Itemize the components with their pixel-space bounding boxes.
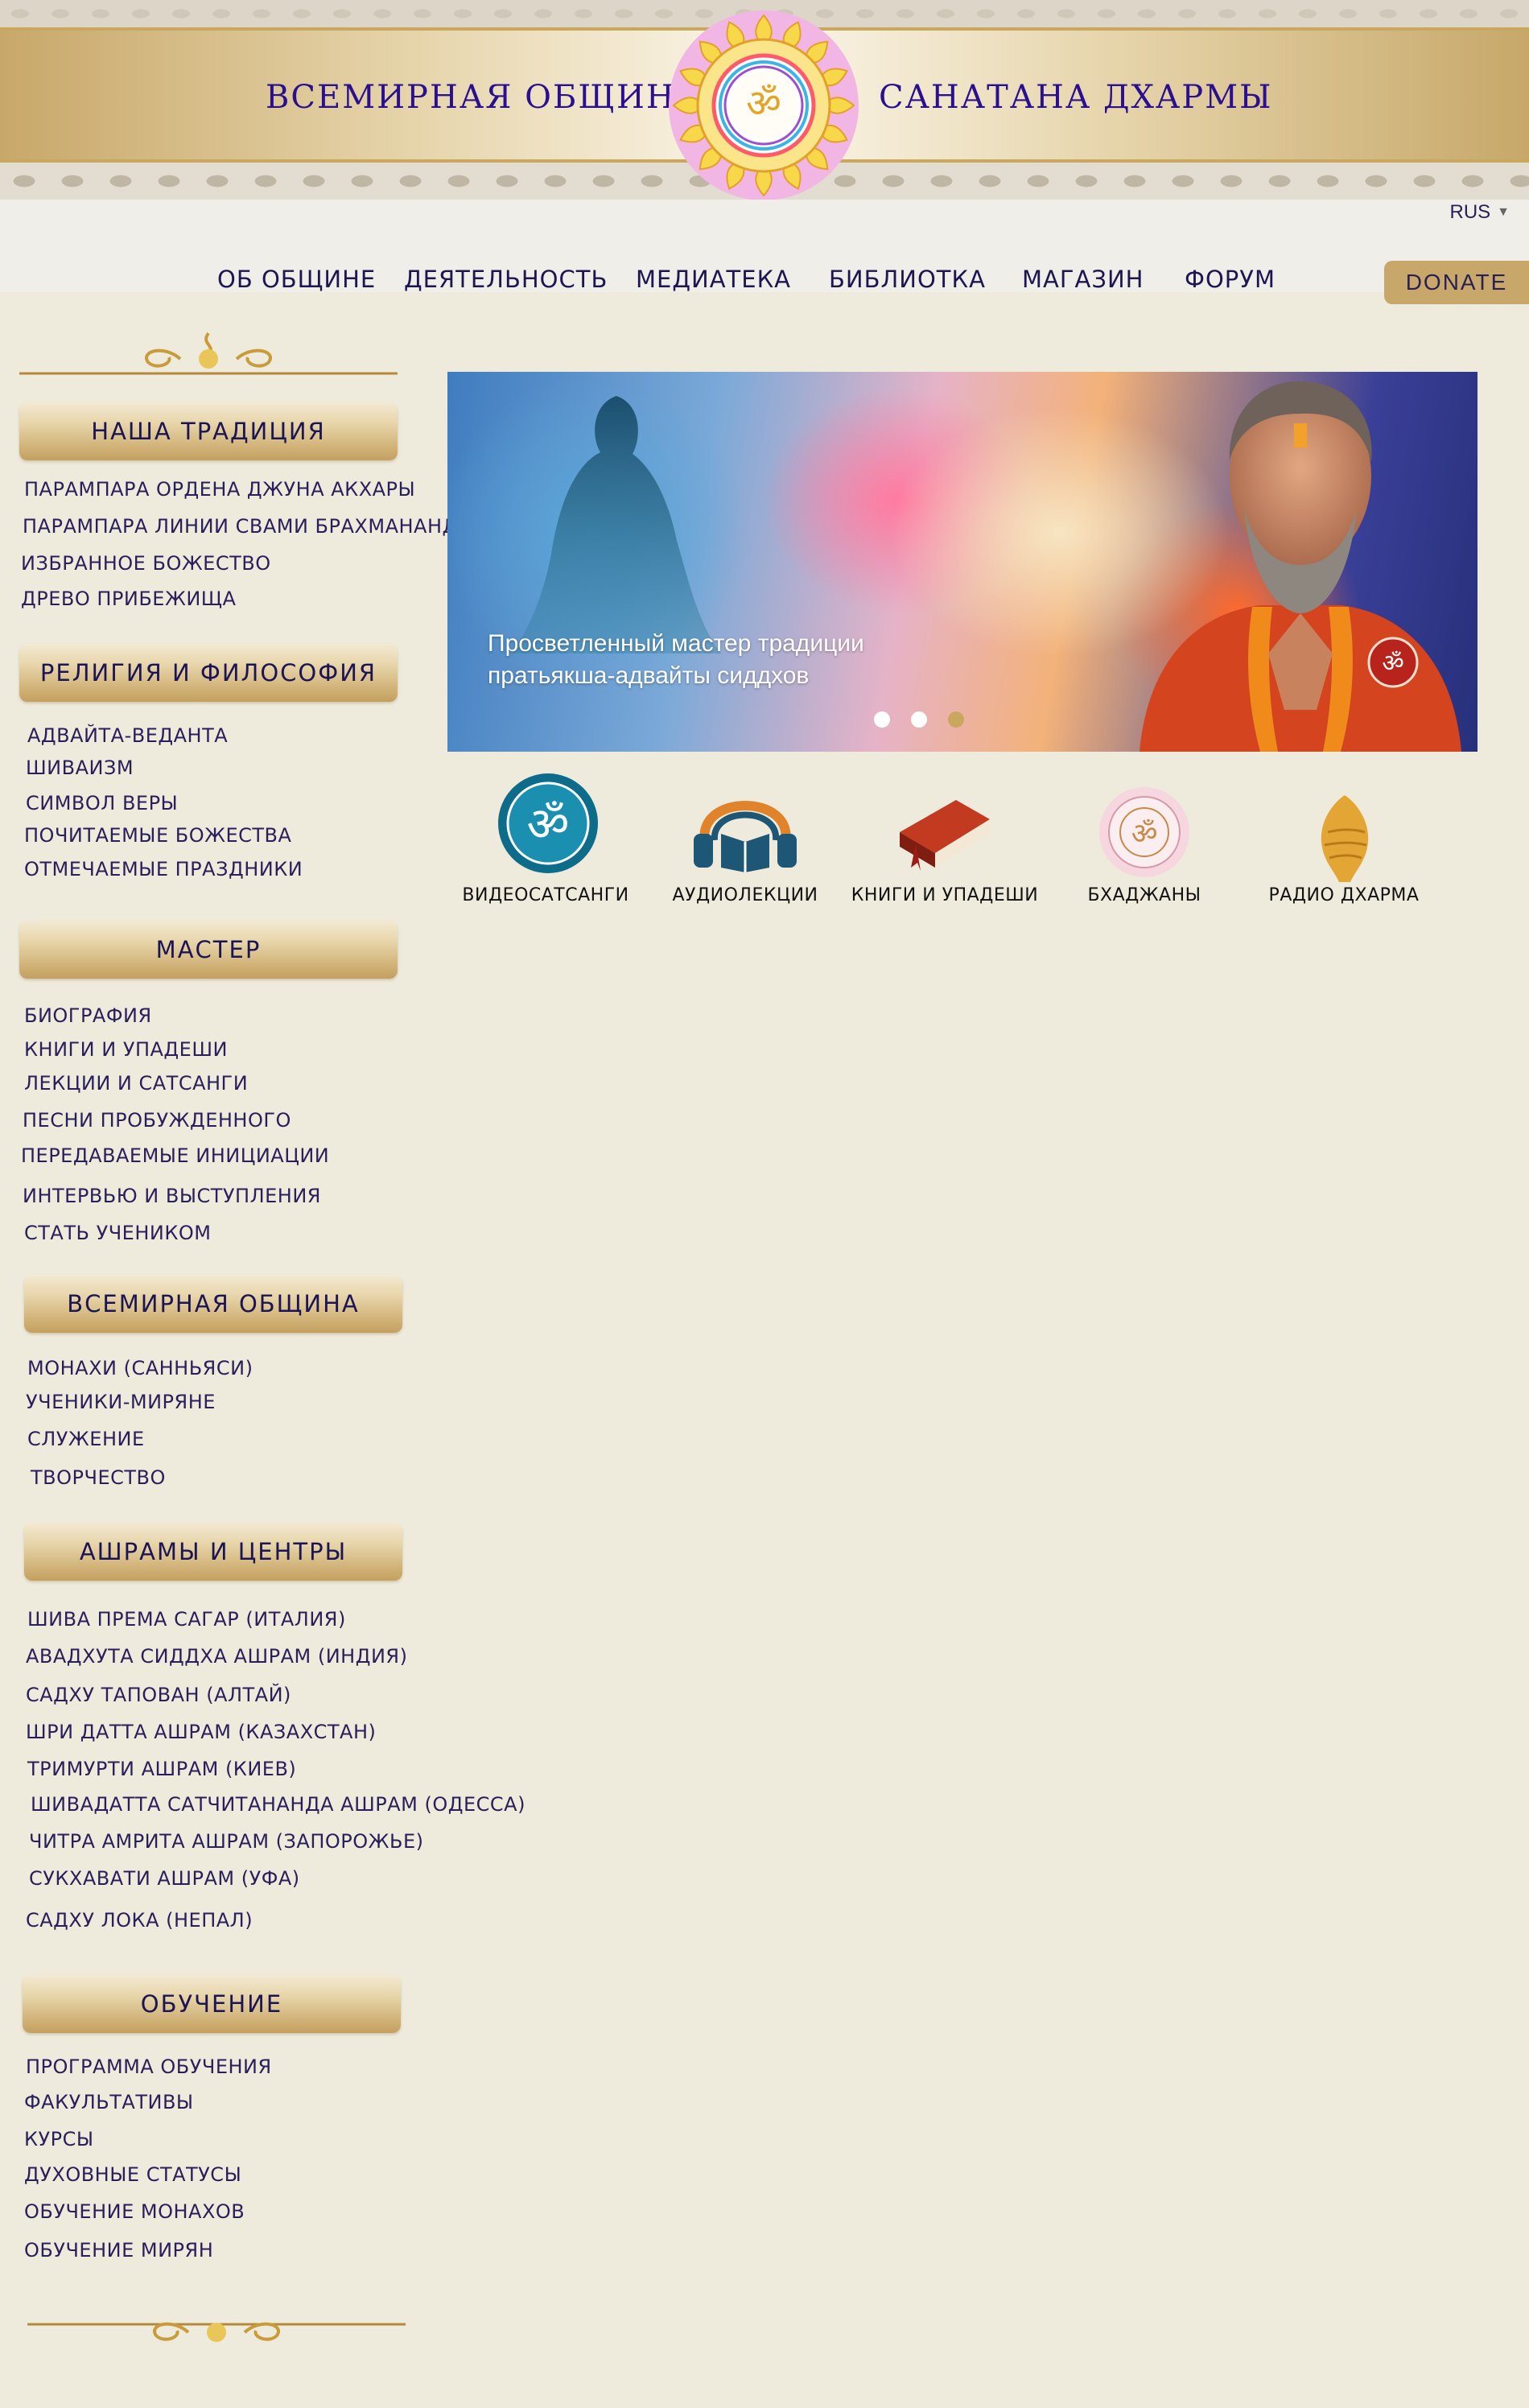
slide-caption-line2: пратьякша-адвайты сиддхов	[488, 662, 810, 689]
language-value: RUS	[1449, 201, 1491, 223]
ornament-divider-top	[19, 332, 398, 375]
sidebar-link[interactable]: ШРИ ДАТТА АШРАМ (КАЗАХСТАН)	[26, 1721, 376, 1743]
sidebar-link[interactable]: ЛЕКЦИИ И САТСАНГИ	[24, 1072, 248, 1095]
sidebar-link[interactable]: КУРСЫ	[24, 2128, 94, 2150]
section-header-master[interactable]: МАСТЕР	[19, 921, 398, 979]
svg-text:ॐ: ॐ	[527, 797, 570, 851]
slide-caption-line1: Просветленный мастер традиции	[488, 630, 864, 657]
sidebar-link[interactable]: АДВАЙТА-ВЕДАНТА	[27, 724, 228, 747]
sidebar-link[interactable]: ОТМЕЧАЕМЫЕ ПРАЗДНИКИ	[24, 858, 303, 880]
sidebar-link[interactable]: ШИВАИЗМ	[26, 757, 134, 779]
nav-item-activity[interactable]: ДЕЯТЕЛЬНОСТЬ	[404, 266, 608, 293]
main-nav: ОБ ОБЩИНЕ ДЕЯТЕЛЬНОСТЬ МЕДИАТЕКА БИБЛИОТ…	[0, 266, 1529, 298]
slider-dots	[874, 711, 964, 728]
sidebar-link[interactable]: ОБУЧЕНИЕ МИРЯН	[24, 2239, 213, 2262]
sidebar-link[interactable]: АВАДХУТА СИДДХА АШРАМ (ИНДИЯ)	[26, 1645, 407, 1668]
bhajan-disc-icon: ॐ	[1099, 787, 1189, 877]
nav-item-forum[interactable]: ФОРУМ	[1185, 266, 1276, 293]
quick-link-audiolectures[interactable]: АУДИОЛЕКЦИИ	[673, 771, 818, 916]
quick-link-label: ВИДЕОСАТСАНГИ	[462, 885, 629, 905]
sidebar-link[interactable]: ПРОГРАММА ОБУЧЕНИЯ	[26, 2055, 272, 2078]
sidebar-link[interactable]: ДРЕВО ПРИБЕЖИЩА	[21, 588, 236, 610]
om-medallion-icon: ॐ	[498, 773, 598, 873]
sidebar-link[interactable]: ПЕСНИ ПРОБУЖДЕННОГО	[23, 1109, 291, 1132]
svg-text:ॐ: ॐ	[1382, 649, 1403, 678]
slide-caption: Просветленный мастер традиции пратьякша-…	[488, 628, 864, 692]
conch-shell-icon	[1321, 795, 1369, 882]
section-header-community[interactable]: ВСЕМИРНАЯ ОБЩИНА	[24, 1275, 402, 1333]
deity-statue-image	[512, 396, 721, 654]
sidebar-link[interactable]: ТРИМУРТИ АШРАМ (КИЕВ)	[27, 1758, 296, 1780]
section-header-tradition[interactable]: НАША ТРАДИЦИЯ	[19, 402, 398, 460]
nav-item-media[interactable]: МЕДИАТЕКА	[636, 266, 791, 293]
quick-link-bhajans[interactable]: ॐ БХАДЖАНЫ	[1072, 771, 1217, 916]
quick-link-label: РАДИО ДХАРМА	[1268, 885, 1420, 905]
sidebar-link[interactable]: ДУХОВНЫЕ СТАТУСЫ	[24, 2163, 241, 2186]
sidebar-link[interactable]: САДХУ ЛОКА (НЕПАЛ)	[26, 1909, 253, 1932]
headphones-book-icon	[694, 801, 797, 872]
sidebar-link[interactable]: СТАТЬ УЧЕНИКОМ	[24, 1222, 211, 1244]
slider-dot-3[interactable]	[948, 711, 964, 728]
quick-link-books[interactable]: КНИГИ И УПАДЕШИ	[851, 771, 1038, 916]
quick-link-radio[interactable]: РАДИО ДХАРМА	[1269, 771, 1419, 916]
quick-link-videosatsangs[interactable]: ॐ ВИДЕОСАТСАНГИ	[462, 771, 628, 916]
slider-dot-1[interactable]	[874, 711, 890, 728]
section-header-education[interactable]: ОБУЧЕНИЕ	[23, 1975, 401, 2033]
sidebar-link[interactable]: ПЕРЕДАВАЕМЫЕ ИНИЦИАЦИИ	[21, 1144, 329, 1167]
donate-button[interactable]: DONATE	[1384, 261, 1529, 304]
sidebar-link[interactable]: ФАКУЛЬТАТИВЫ	[24, 2091, 194, 2113]
section-header-religion[interactable]: РЕЛИГИЯ И ФИЛОСОФИЯ	[19, 644, 398, 702]
quick-link-label: КНИГИ И УПАДЕШИ	[851, 885, 1039, 905]
sidebar-link[interactable]: ОБУЧЕНИЕ МОНАХОВ	[24, 2200, 245, 2223]
hero-slider[interactable]: ॐ Просветленный мастер традиции пратьякш…	[447, 372, 1477, 752]
language-selector[interactable]: RUS ▼	[1449, 201, 1510, 224]
sidebar-link[interactable]: САДХУ ТАПОВАН (АЛТАЙ)	[26, 1684, 291, 1706]
sidebar-link[interactable]: БИОГРАФИЯ	[24, 1004, 152, 1027]
sidebar-link[interactable]: ШИВА ПРЕМА САГАР (ИТАЛИЯ)	[27, 1608, 346, 1631]
slider-dot-2[interactable]	[911, 711, 927, 728]
sidebar-link[interactable]: ПАРАМПАРА ЛИНИИ СВАМИ БРАХМАНАНДЫ	[23, 515, 475, 538]
sidebar-link[interactable]: МОНАХИ (САННЬЯСИ)	[27, 1357, 253, 1379]
sidebar-link[interactable]: СУКХАВАТИ АШРАМ (УФА)	[29, 1867, 300, 1890]
om-pendant-icon: ॐ	[1367, 637, 1419, 688]
sidebar-link[interactable]: УЧЕНИКИ-МИРЯНЕ	[26, 1391, 216, 1413]
quick-link-label: АУДИОЛЕКЦИИ	[672, 885, 818, 905]
site-title-right: САНАТАНА ДХАРМЫ	[879, 79, 1273, 116]
nav-item-library[interactable]: БИБЛИОТКА	[829, 266, 986, 293]
sidebar-link[interactable]: ТВОРЧЕСТВО	[31, 1466, 166, 1489]
sidebar-link[interactable]: СЛУЖЕНИЕ	[27, 1428, 145, 1450]
nav-item-shop[interactable]: МАГАЗИН	[1022, 266, 1144, 293]
svg-text:ॐ: ॐ	[1131, 818, 1158, 851]
sidebar-link[interactable]: КНИГИ И УПАДЕШИ	[24, 1038, 228, 1061]
chevron-down-icon: ▼	[1497, 205, 1510, 219]
sidebar-link[interactable]: ИНТЕРВЬЮ И ВЫСТУПЛЕНИЯ	[23, 1185, 321, 1207]
ornament-divider-bottom	[27, 2322, 406, 2342]
nav-item-about[interactable]: ОБ ОБЩИНЕ	[217, 266, 376, 293]
svg-text:ॐ: ॐ	[746, 81, 781, 126]
sidebar-link[interactable]: СИМВОЛ ВЕРЫ	[26, 792, 178, 814]
section-header-ashrams[interactable]: АШРАМЫ И ЦЕНТРЫ	[24, 1523, 402, 1581]
book-icon	[900, 800, 990, 871]
sidebar-link[interactable]: ШИВАДАТТА САТЧИТАНАНДА АШРАМ (ОДЕССА)	[31, 1793, 525, 1816]
master-portrait-image	[1140, 381, 1461, 752]
mandala-logo[interactable]: ॐ	[660, 5, 868, 206]
site-title-left: ВСЕМИРНАЯ ОБЩИНА	[266, 79, 703, 116]
sidebar-link[interactable]: ПОЧИТАЕМЫЕ БОЖЕСТВА	[24, 824, 291, 847]
quick-link-label: БХАДЖАНЫ	[1087, 885, 1201, 905]
sidebar-link[interactable]: ИЗБРАННОЕ БОЖЕСТВО	[21, 552, 271, 575]
sidebar-link[interactable]: ПАРАМПАРА ОРДЕНА ДЖУНА АКХАРЫ	[24, 478, 415, 501]
sidebar-link[interactable]: ЧИТРА АМРИТА АШРАМ (ЗАПОРОЖЬЕ)	[29, 1830, 423, 1853]
